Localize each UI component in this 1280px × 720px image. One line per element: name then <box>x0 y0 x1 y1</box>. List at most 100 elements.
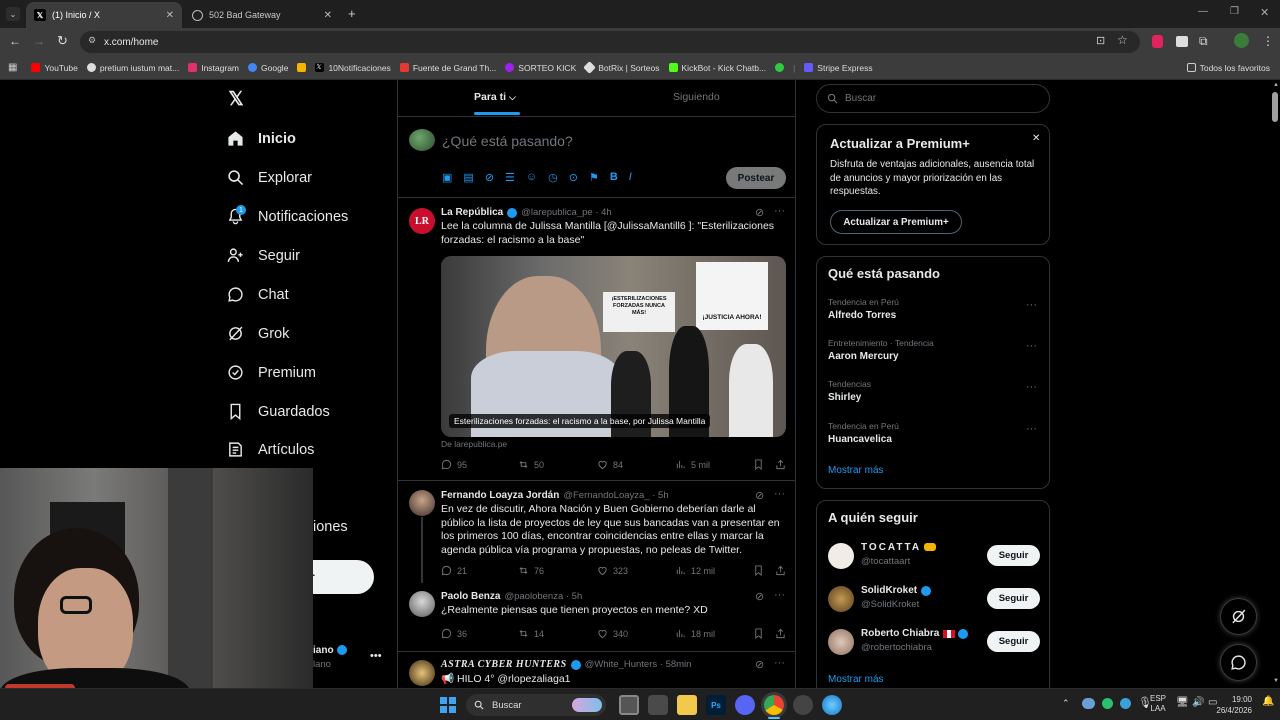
compose-input[interactable]: ¿Qué está pasando? <box>442 133 573 149</box>
nav-articulos[interactable]: Artículos <box>227 441 314 458</box>
scrollbar[interactable]: ▲ ▼ <box>1270 80 1280 688</box>
bookmark-fuente-gta[interactable]: Fuente de Grand Th... <box>399 63 496 73</box>
astra-avatar[interactable] <box>409 660 435 686</box>
extension-icon[interactable] <box>1176 36 1188 47</box>
poll-icon[interactable]: ☰ <box>505 171 515 184</box>
paolo-avatar[interactable] <box>409 591 435 617</box>
repost-button[interactable]: 14 <box>518 628 544 639</box>
nav-chat[interactable]: Chat <box>227 286 289 303</box>
forward-icon[interactable]: → <box>33 34 45 48</box>
bookmark-instagram[interactable]: Instagram <box>188 63 239 73</box>
post-author[interactable]: ASTRA CYBER HUNTERS <box>441 659 567 670</box>
grok-float-button[interactable] <box>1220 598 1257 635</box>
more-icon[interactable]: ··· <box>1026 299 1037 311</box>
repost-button[interactable]: 50 <box>518 459 544 470</box>
views-button[interactable]: 5 mil <box>675 459 710 470</box>
volume-icon[interactable]: 🔊 <box>1192 697 1204 708</box>
reload-icon[interactable]: ↻ <box>57 33 68 49</box>
bookmark-youtube[interactable]: YouTube <box>31 63 78 73</box>
nav-more-partial[interactable]: iones <box>313 519 348 535</box>
file-explorer-icon[interactable] <box>677 695 697 715</box>
views-button[interactable]: 18 mil <box>675 628 715 639</box>
star-icon[interactable]: ☆ <box>1117 33 1128 47</box>
emoji-icon[interactable]: ☺ <box>526 171 537 184</box>
trends-show-more[interactable]: Mostrar más <box>828 465 884 476</box>
like-button[interactable]: 340 <box>597 628 628 639</box>
tab-inicio[interactable]: 𝕏 (1) Inicio / X ✕ <box>26 2 182 28</box>
extension-red-icon[interactable] <box>1152 35 1163 48</box>
follow-button[interactable]: Seguir <box>987 631 1040 652</box>
bookmark-10notificaciones[interactable]: 𝕏 10Notificaciones <box>315 63 391 73</box>
tray-app-icon[interactable] <box>1102 698 1113 709</box>
post[interactable]: Fernando Loayza Jordán @FernandoLoayza_ … <box>398 481 795 583</box>
close-icon[interactable]: ✕ <box>1032 133 1040 144</box>
tray-app2-icon[interactable] <box>1120 698 1131 709</box>
follow-button[interactable]: Seguir <box>987 588 1040 609</box>
share-button[interactable] <box>775 628 786 639</box>
larepublica-avatar[interactable]: LR <box>409 208 435 234</box>
bookmark-pinwheel[interactable] <box>297 63 307 72</box>
trend-item[interactable]: Tendencias Shirley ··· <box>828 379 1040 409</box>
bookmark-button[interactable] <box>753 628 764 639</box>
steam-icon[interactable] <box>793 695 813 715</box>
italic-icon[interactable]: I <box>629 171 632 184</box>
x-logo-icon[interactable]: 𝕏 <box>226 89 246 110</box>
tab-siguiendo[interactable]: Siguiendo <box>673 91 720 103</box>
tray-chevron-icon[interactable]: ⌃ <box>1062 698 1070 709</box>
bookmark-sorteo-kick[interactable]: SORTEO KICK <box>505 63 576 73</box>
follow-suggestion[interactable]: TOCATTA @tocattaart Seguir <box>828 541 1040 573</box>
like-button[interactable]: 84 <box>597 459 623 470</box>
language-indicator[interactable]: ESP LAA <box>1150 694 1166 714</box>
windows-start-icon[interactable] <box>440 697 456 713</box>
image-icon[interactable]: ▣ <box>442 171 452 184</box>
chrome-icon[interactable] <box>764 695 784 715</box>
views-button[interactable]: 12 mil <box>675 565 715 576</box>
grok-icon[interactable]: ⊘ <box>755 206 764 219</box>
nav-explorar[interactable]: Explorar <box>227 169 312 186</box>
menu-icon[interactable]: ⋮ <box>1262 34 1274 48</box>
photoshop-icon[interactable]: Ps <box>706 695 726 715</box>
more-icon[interactable]: ··· <box>1026 381 1037 393</box>
bookmark-pretium[interactable]: pretium iustum mat... <box>86 63 179 73</box>
gif-icon[interactable]: ▤ <box>463 171 473 184</box>
close-window-icon[interactable]: ✕ <box>1260 6 1269 19</box>
share-button[interactable] <box>775 565 786 576</box>
bookmark-botrix[interactable]: BotRix | Sorteos <box>583 61 660 74</box>
link-card-source[interactable]: De larepublica.pe <box>441 439 507 449</box>
minimize-icon[interactable]: — <box>1198 6 1208 17</box>
post[interactable]: LR La República @larepublica_pe · 4h ⊘ ·… <box>398 198 795 481</box>
new-tab-icon[interactable]: + <box>348 6 356 21</box>
globe-app-icon[interactable] <box>822 695 842 715</box>
more-icon[interactable]: ··· <box>1026 423 1037 435</box>
repost-button[interactable]: 76 <box>518 565 544 576</box>
app-icon[interactable] <box>648 695 668 715</box>
notifications-icon[interactable]: 🔔 <box>1262 696 1274 707</box>
grok-icon[interactable]: ⊘ <box>755 590 764 603</box>
task-view-icon[interactable] <box>619 695 639 715</box>
bold-icon[interactable]: B <box>610 171 618 184</box>
nav-guardados[interactable]: Guardados <box>227 403 330 420</box>
user-avatar[interactable] <box>409 129 435 151</box>
grok-icon[interactable]: ⊘ <box>485 171 494 184</box>
nav-inicio[interactable]: Inicio <box>227 130 296 147</box>
bookmark-button[interactable] <box>753 459 764 470</box>
follow-show-more[interactable]: Mostrar más <box>828 674 884 685</box>
post[interactable]: Paolo Benza @paolobenza · 5h ⊘ ··· ¿Real… <box>398 582 795 652</box>
network-icon[interactable]: 🖥 <box>1176 697 1189 708</box>
bookmark-button[interactable] <box>753 565 764 576</box>
bookmark-stripe[interactable]: Stripe Express <box>804 63 873 73</box>
post-button[interactable]: Postear <box>726 167 786 189</box>
trend-item[interactable]: Entretenimiento · Tendencia Aaron Mercur… <box>828 338 1040 368</box>
post-author[interactable]: La República <box>441 207 503 218</box>
location-icon[interactable]: ⊙ <box>569 171 578 184</box>
profile-avatar[interactable] <box>1234 33 1249 48</box>
scroll-up-icon[interactable]: ▲ <box>1273 82 1279 88</box>
account-more-icon[interactable]: ••• <box>370 650 382 662</box>
nav-premium[interactable]: Premium <box>227 364 316 381</box>
puzzle-icon[interactable]: ⧉ <box>1199 34 1208 49</box>
restore-icon[interactable]: ❐ <box>1230 6 1239 17</box>
tab-bad-gateway[interactable]: 502 Bad Gateway ✕ <box>184 2 340 28</box>
apps-grid-icon[interactable]: ▦ <box>8 62 17 73</box>
more-icon[interactable]: ··· <box>774 488 785 500</box>
grok-icon[interactable]: ⊘ <box>755 489 764 502</box>
